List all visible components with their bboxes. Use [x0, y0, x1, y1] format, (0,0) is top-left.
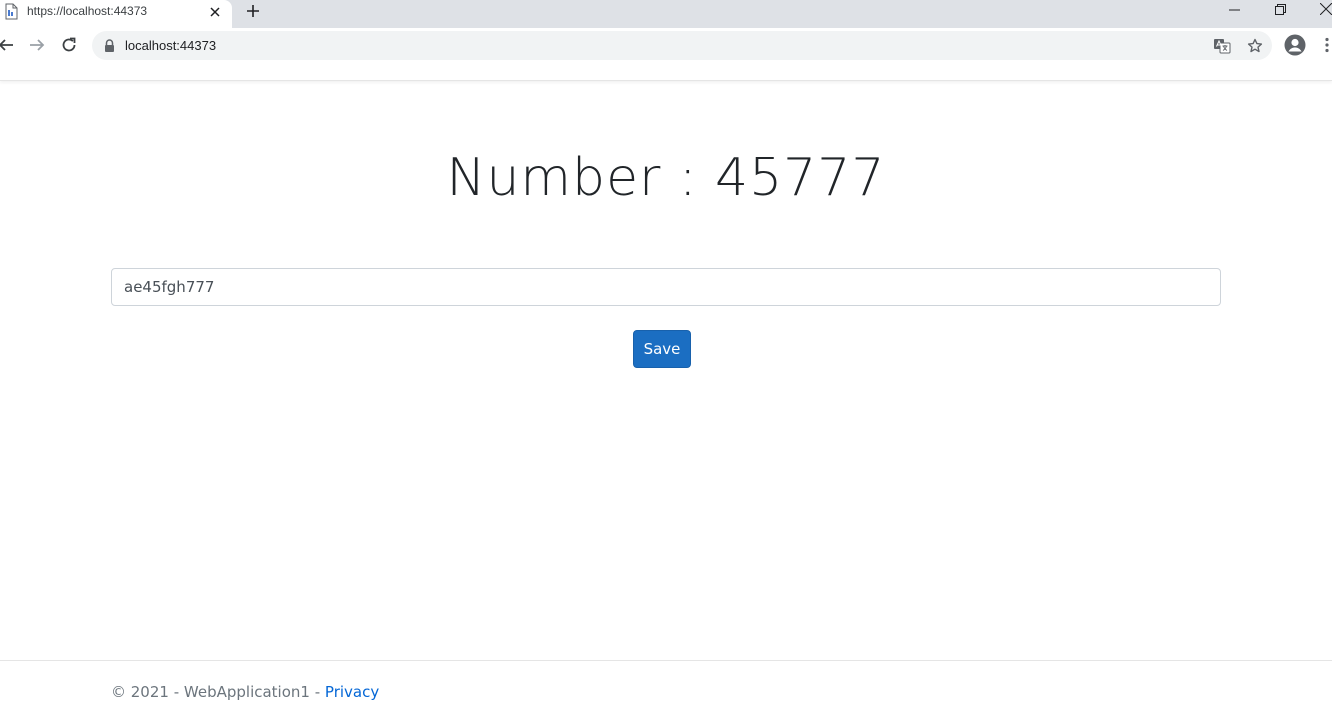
arrow-right-icon[interactable]: [26, 34, 48, 56]
close-icon[interactable]: [206, 3, 224, 21]
url-text[interactable]: localhost:44373: [125, 38, 216, 53]
arrow-left-icon[interactable]: [0, 34, 17, 56]
minimize-icon[interactable]: [1224, 0, 1244, 18]
copyright-text: © 2021 - WebApplication1 -: [111, 683, 325, 701]
tab-strip: https://localhost:44373: [0, 0, 1332, 28]
more-vertical-icon[interactable]: [1316, 34, 1332, 56]
tab-title: https://localhost:44373: [27, 4, 148, 18]
footer: © 2021 - WebApplication1 - Privacy: [0, 660, 1332, 708]
close-icon[interactable]: [1316, 0, 1332, 18]
plus-icon[interactable]: [243, 1, 263, 21]
translate-icon[interactable]: [1212, 36, 1232, 56]
browser-tab[interactable]: https://localhost:44373: [0, 0, 232, 28]
save-button[interactable]: Save: [633, 330, 691, 368]
restore-icon[interactable]: [1270, 0, 1290, 18]
site-navbar: [0, 63, 1332, 81]
lock-icon[interactable]: [104, 39, 115, 52]
address-bar[interactable]: localhost:44373: [92, 31, 1272, 60]
star-icon[interactable]: [1245, 36, 1265, 56]
browser-toolbar: localhost:44373: [0, 28, 1332, 63]
footer-text: © 2021 - WebApplication1 - Privacy: [111, 683, 379, 701]
privacy-link[interactable]: Privacy: [325, 683, 379, 701]
reload-icon[interactable]: [58, 34, 80, 56]
number-input[interactable]: [111, 268, 1221, 306]
page-icon: [4, 3, 19, 20]
account-icon[interactable]: [1283, 33, 1307, 57]
page-title: Number : 45777: [446, 148, 886, 208]
